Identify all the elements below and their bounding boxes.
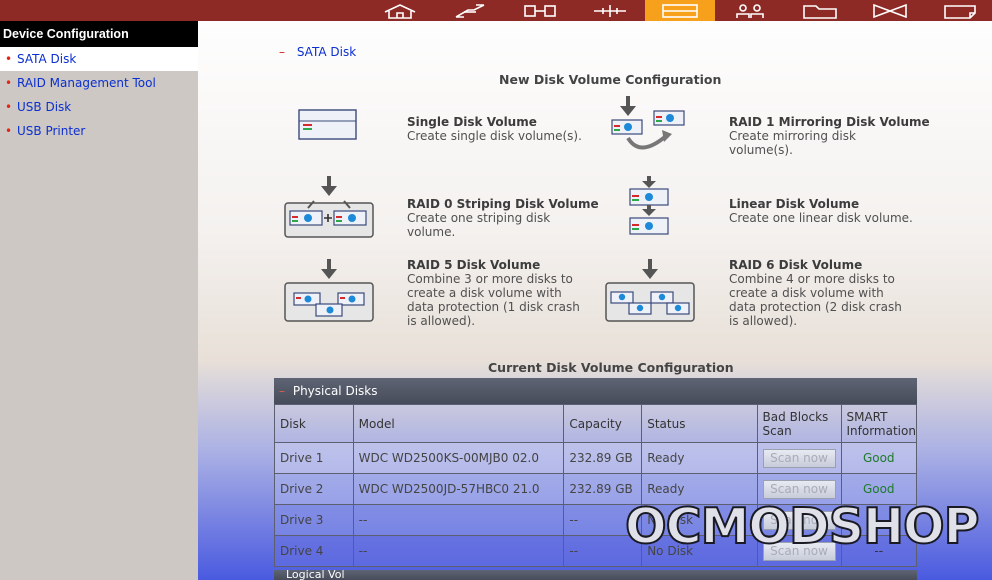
status-icon [944,4,976,19]
capacity-cell: 232.89 GB [563,442,643,474]
bullet-icon: • [5,76,13,90]
model-cell: WDC WD2500KS-00MJB0 02.0 [352,442,565,474]
single-disk-volume-option[interactable]: Single Disk Volume Create single disk vo… [407,115,592,143]
scan-now-button[interactable]: Scan now [762,448,836,468]
nav-device[interactable] [505,0,575,21]
volume-title: RAID 6 Disk Volume [729,258,863,272]
raid6-option[interactable]: RAID 6 Disk Volume Combine 4 or more dis… [729,258,914,328]
nav-applications[interactable] [855,0,925,21]
volume-desc: Create one striping disk volume. [407,211,551,239]
logical-volumes-label: Logical Vol [286,568,345,580]
linear-disk-volume-icon[interactable] [627,176,671,240]
disk-cell: Drive 2 [274,473,354,505]
nav-users[interactable] [715,0,785,21]
scan-now-button[interactable]: Scan now [762,479,836,499]
column-header: SMART Information [840,404,917,443]
top-nav [365,0,992,21]
volume-desc: Create one linear disk volume. [729,211,913,225]
volume-title: RAID 1 Mirroring Disk Volume [729,115,930,129]
model-cell: WDC WD2500JD-57HBC0 21.0 [352,473,565,505]
disk-cell: Drive 3 [274,504,354,536]
users-icon [736,3,764,18]
raid5-option[interactable]: RAID 5 Disk Volume Combine 3 or more dis… [407,258,592,328]
physical-disks-header[interactable]: – Physical Disks [274,378,917,404]
volume-desc: Combine 4 or more disks to create a disk… [729,272,902,328]
column-header: Capacity [563,404,643,443]
volume-desc: Combine 3 or more disks to create a disk… [407,272,580,328]
sidebar-item-sata-disk[interactable]: • SATA Disk [0,47,198,71]
bullet-icon: • [5,52,13,66]
table-header-row: Disk Model Capacity Status Bad Blocks Sc… [274,404,917,443]
raid1-mirroring-icon[interactable] [610,96,690,154]
scan-cell: Scan now [756,442,842,474]
breadcrumb-label: SATA Disk [296,45,357,59]
column-header: Model [352,404,565,443]
folder-icon [803,4,837,19]
model-cell: -- [352,535,565,567]
network-icon [455,3,485,18]
top-bar [0,0,992,21]
status-cell: Ready [641,442,758,474]
model-cell: -- [352,504,565,536]
current-config-title: Current Disk Volume Configuration [488,360,734,375]
sidebar-item-label: USB Printer [17,124,86,138]
nav-status[interactable] [925,0,992,21]
transfer-icon [873,3,907,18]
watermark: OCMODSHOP [624,497,981,556]
breadcrumb[interactable]: – SATA Disk [279,45,356,59]
sidebar-item-label: RAID Management Tool [17,76,156,90]
device-icon [524,4,556,17]
volume-title: RAID 5 Disk Volume [407,258,541,272]
raid5-icon[interactable] [284,259,374,323]
raid6-icon[interactable] [605,259,695,323]
bullet-icon: • [5,100,13,114]
breadcrumb-dash: – [279,45,285,59]
new-config-title: New Disk Volume Configuration [499,72,722,87]
raid0-striping-icon[interactable] [284,176,374,238]
raid0-striping-option[interactable]: RAID 0 Striping Disk Volume Create one s… [407,197,599,239]
sidebar-item-raid-management-tool[interactable]: • RAID Management Tool [0,71,198,95]
smart-info-link[interactable]: Good [842,451,917,465]
disk-cell: Drive 1 [274,442,354,474]
collapse-icon: – [279,384,285,398]
sidebar-item-label: SATA Disk [17,52,77,66]
system-tools-icon [594,4,626,17]
column-header: Bad Blocks Scan [756,404,842,443]
sidebar-item-label: USB Disk [17,100,72,114]
physical-disks-label: Physical Disks [292,384,378,398]
disk-management-icon [662,3,698,18]
raid1-mirroring-option[interactable]: RAID 1 Mirroring Disk Volume Create mirr… [729,115,930,157]
nav-network-share[interactable] [785,0,855,21]
volume-title: Single Disk Volume [407,115,537,129]
nav-system-tools[interactable] [575,0,645,21]
disk-cell: Drive 4 [274,535,354,567]
nav-home[interactable] [365,0,435,21]
sidebar: Device Configuration • SATA Disk • RAID … [0,21,198,580]
column-header: Status [641,404,758,443]
volume-title: Linear Disk Volume [729,197,860,211]
sidebar-title: Device Configuration [0,21,198,47]
single-disk-volume-icon[interactable] [298,109,358,141]
volume-desc: Create single disk volume(s). [407,129,582,143]
nav-network[interactable] [435,0,505,21]
linear-disk-volume-option[interactable]: Linear Disk Volume Create one linear dis… [729,197,914,225]
table-row: Drive 1 WDC WD2500KS-00MJB0 02.0 232.89 … [274,442,917,474]
smart-info-link[interactable]: Good [842,482,917,496]
home-icon [384,3,416,19]
volume-title: RAID 0 Striping Disk Volume [407,197,599,211]
nav-disk-management[interactable] [645,0,715,21]
smart-cell: Good [840,442,917,474]
bullet-icon: • [5,124,13,138]
volume-desc: Create mirroring disk volume(s). [729,129,856,157]
column-header: Disk [274,404,354,443]
logical-volumes-header[interactable]: Logical Vol [274,568,917,580]
sidebar-item-usb-printer[interactable]: • USB Printer [0,119,198,143]
sidebar-item-usb-disk[interactable]: • USB Disk [0,95,198,119]
